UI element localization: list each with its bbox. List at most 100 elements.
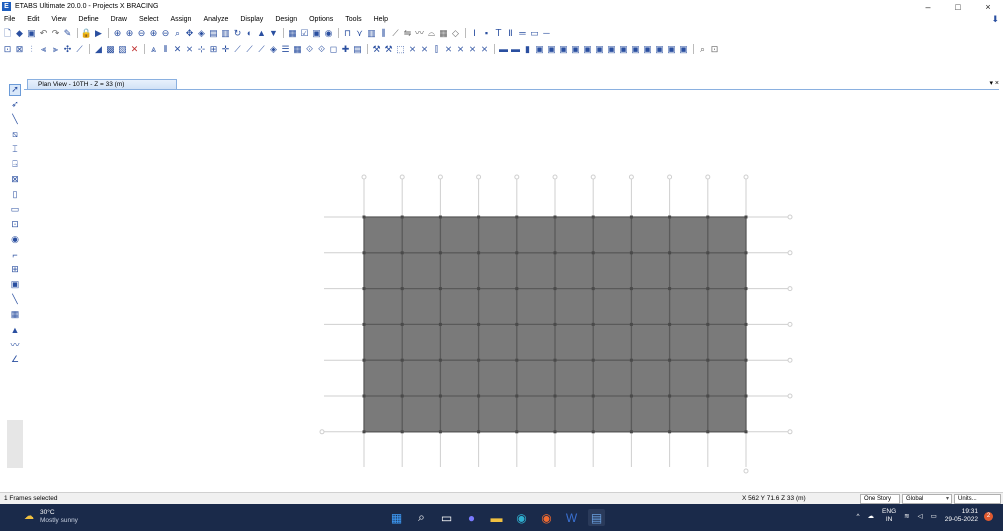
grid-bubble[interactable] bbox=[743, 174, 749, 180]
chat-icon[interactable]: ● bbox=[463, 509, 480, 526]
joist-design-icon[interactable]: ⨯ bbox=[419, 44, 430, 55]
column-joint[interactable] bbox=[477, 394, 481, 398]
perspective-icon[interactable]: ◐ bbox=[244, 28, 255, 39]
notification-badge[interactable]: 2 bbox=[984, 511, 993, 521]
display-tables-icon[interactable]: ▬ bbox=[498, 44, 509, 55]
language-indicator[interactable]: ENG IN bbox=[882, 508, 896, 524]
deformed-shape-icon[interactable]: ⨯ bbox=[443, 44, 454, 55]
grid-bubble[interactable] bbox=[590, 174, 596, 180]
rubber-band-zoom-icon[interactable]: ⌕ bbox=[172, 28, 183, 39]
3d-view-icon[interactable]: ◈ bbox=[196, 28, 207, 39]
slab-panel[interactable] bbox=[516, 396, 555, 432]
plan-view-drawing[interactable] bbox=[24, 90, 1003, 490]
column-joint[interactable] bbox=[400, 394, 404, 398]
column-joint[interactable] bbox=[706, 430, 710, 434]
column-joint[interactable] bbox=[553, 430, 557, 434]
draw-dimension-icon[interactable]: ▲ bbox=[9, 324, 21, 336]
plan-view-icon[interactable]: ▤ bbox=[208, 28, 219, 39]
column-joint[interactable] bbox=[706, 322, 710, 326]
grid-bubble[interactable] bbox=[628, 174, 634, 180]
floor-icon[interactable]: ⌓ bbox=[426, 28, 437, 39]
delete-icon[interactable]: ✕ bbox=[129, 44, 140, 55]
column-icon[interactable]: ⫼ bbox=[378, 28, 389, 39]
column-joint[interactable] bbox=[629, 251, 633, 255]
grid-bubble[interactable] bbox=[787, 321, 793, 327]
menu-analyze[interactable]: Analyze bbox=[197, 16, 234, 23]
menu-design[interactable]: Design bbox=[269, 16, 303, 23]
zoom-full-icon[interactable]: ⊕ bbox=[148, 28, 159, 39]
slab-panel[interactable] bbox=[478, 288, 517, 325]
slab-panel[interactable] bbox=[478, 217, 517, 253]
column-joint[interactable] bbox=[438, 322, 442, 326]
add-joint-icon[interactable]: ✚ bbox=[340, 44, 351, 55]
column-joint[interactable] bbox=[515, 251, 519, 255]
tendon-icon[interactable]: 〰 bbox=[414, 28, 425, 39]
draw-wall-icon[interactable]: ⌐ bbox=[9, 249, 21, 261]
column-joint[interactable] bbox=[400, 251, 404, 255]
diagonal2-icon[interactable]: ⟋ bbox=[244, 44, 255, 55]
menu-assign[interactable]: Assign bbox=[164, 16, 197, 23]
frame-design-icon[interactable]: ⚒ bbox=[371, 44, 382, 55]
slab-panel[interactable] bbox=[516, 217, 555, 253]
column-joint[interactable] bbox=[591, 430, 595, 434]
slab-panel[interactable] bbox=[402, 324, 441, 361]
zoom-in-icon[interactable]: ⊕ bbox=[124, 28, 135, 39]
column-joint[interactable] bbox=[477, 287, 481, 291]
area-section-icon[interactable]: ▭ bbox=[529, 28, 540, 39]
column-joint[interactable] bbox=[744, 322, 748, 326]
slab-panel[interactable] bbox=[364, 217, 403, 253]
column-joint[interactable] bbox=[438, 430, 442, 434]
column-joint[interactable] bbox=[668, 358, 672, 362]
column-joint[interactable] bbox=[515, 358, 519, 362]
mesh-icon[interactable]: ▦ bbox=[292, 44, 303, 55]
column-joint[interactable] bbox=[438, 358, 442, 362]
column-joint[interactable] bbox=[744, 287, 748, 291]
grid-bubble[interactable] bbox=[787, 250, 793, 256]
joint-icon[interactable]: ⊡ bbox=[2, 44, 13, 55]
slab-panel[interactable] bbox=[440, 360, 479, 396]
edge-browser-icon[interactable]: ◉ bbox=[513, 509, 530, 526]
stress-diagram-icon[interactable]: ⨯ bbox=[467, 44, 478, 55]
close-button[interactable]: × bbox=[973, 0, 1003, 13]
area-icon[interactable]: ◻ bbox=[328, 44, 339, 55]
column-joint[interactable] bbox=[553, 358, 557, 362]
column-joint[interactable] bbox=[629, 430, 633, 434]
beam-icon[interactable]: ▥ bbox=[366, 28, 377, 39]
draw-wall-point-icon[interactable]: ◉ bbox=[9, 234, 21, 246]
display-tables10-icon[interactable]: ▣ bbox=[606, 44, 617, 55]
column-joint[interactable] bbox=[591, 394, 595, 398]
slab-panel[interactable] bbox=[364, 360, 403, 396]
column-joint[interactable] bbox=[477, 358, 481, 362]
slab-panel[interactable] bbox=[478, 252, 517, 289]
supports-icon[interactable]: ⋎ bbox=[354, 28, 365, 39]
slab-panel[interactable] bbox=[631, 217, 670, 253]
slab-panel[interactable] bbox=[478, 360, 517, 396]
column-joint[interactable] bbox=[668, 430, 672, 434]
menu-view[interactable]: View bbox=[45, 16, 72, 23]
column-joint[interactable] bbox=[438, 394, 442, 398]
wall-stack-icon[interactable]: ⫴ bbox=[160, 44, 171, 55]
column-joint[interactable] bbox=[629, 322, 633, 326]
story-select[interactable]: One Story bbox=[860, 494, 900, 504]
column-joint[interactable] bbox=[706, 287, 710, 291]
view-restore-icon[interactable]: ⊡ bbox=[709, 44, 720, 55]
grid-bubble[interactable] bbox=[743, 468, 749, 474]
link-icon[interactable]: ⇋ bbox=[402, 28, 413, 39]
column-joint[interactable] bbox=[515, 322, 519, 326]
slab-panel[interactable] bbox=[555, 324, 594, 361]
slab-panel[interactable] bbox=[707, 217, 746, 253]
column-joint[interactable] bbox=[400, 287, 404, 291]
wall-icon[interactable]: ▦ bbox=[438, 28, 449, 39]
grid-bubble[interactable] bbox=[399, 174, 405, 180]
slab-panel[interactable] bbox=[631, 288, 670, 325]
display-tables12-icon[interactable]: ▣ bbox=[630, 44, 641, 55]
quick-brace-icon[interactable]: ⫸ bbox=[50, 44, 61, 55]
slab-panel[interactable] bbox=[402, 288, 441, 325]
move-down-icon[interactable]: ▼ bbox=[268, 28, 279, 39]
column-joint[interactable] bbox=[668, 251, 672, 255]
slab-panel[interactable] bbox=[593, 217, 632, 253]
column-joint[interactable] bbox=[553, 394, 557, 398]
menu-help[interactable]: Help bbox=[368, 16, 394, 23]
draw-rectangle-slab-icon[interactable]: ▩ bbox=[105, 44, 116, 55]
draw-tendon-icon[interactable]: 〰 bbox=[9, 339, 21, 351]
